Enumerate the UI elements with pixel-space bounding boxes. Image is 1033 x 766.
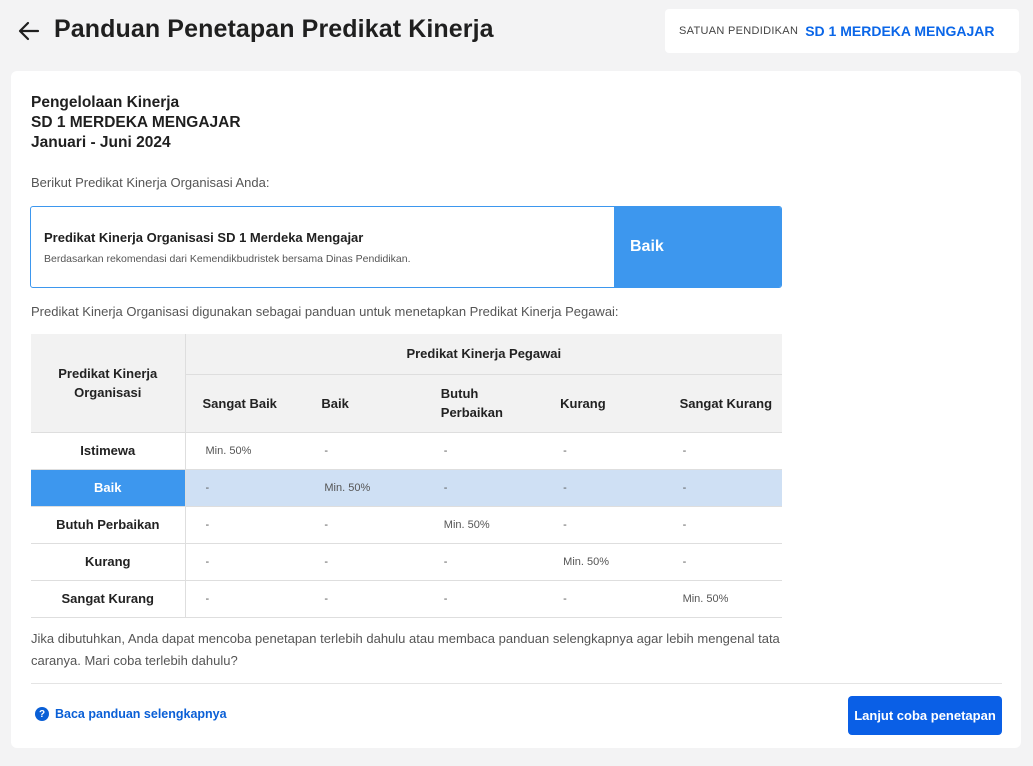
- table-row: Butuh Perbaikan - - Min. 50% - -: [31, 506, 782, 544]
- table-cell: Min. 50%: [423, 506, 544, 544]
- table-cell: -: [185, 543, 305, 581]
- card-heading: Pengelolaan Kinerja SD 1 MERDEKA MENGAJA…: [31, 93, 241, 153]
- top-bar: Panduan Penetapan Predikat Kinerja SATUA…: [0, 0, 1033, 62]
- table-cell: -: [662, 469, 782, 507]
- table-cell: -: [543, 469, 663, 507]
- table-cell: -: [423, 432, 544, 470]
- row-label: Sangat Kurang: [31, 580, 186, 618]
- row-label: Baik: [31, 469, 186, 507]
- content-card: Pengelolaan Kinerja SD 1 MERDEKA MENGAJA…: [11, 71, 1021, 748]
- school-name: SD 1 MERDEKA MENGAJAR: [805, 23, 995, 39]
- table-cell: -: [662, 543, 782, 581]
- predicate-subtitle: Berdasarkan rekomendasi dari Kemendikbud…: [44, 253, 411, 265]
- intro-text: Berikut Predikat Kinerja Organisasi Anda…: [31, 175, 270, 190]
- read-guide-link[interactable]: ? Baca panduan selengkapnya: [35, 707, 227, 721]
- table-cell: -: [423, 543, 544, 581]
- table-group-header: Predikat Kinerja Pegawai: [185, 334, 782, 375]
- table-row: Istimewa Min. 50% - - - -: [31, 432, 782, 470]
- table-cell: -: [185, 506, 305, 544]
- predicate-table: Predikat Kinerja Organisasi Predikat Kin…: [31, 334, 782, 618]
- back-button[interactable]: [16, 18, 42, 44]
- table-cell: -: [423, 580, 544, 618]
- note-text: Jika dibutuhkan, Anda dapat mencoba pene…: [31, 631, 780, 668]
- column-header: Kurang: [543, 374, 663, 433]
- table-cell: -: [543, 580, 663, 618]
- divider: [31, 683, 1002, 684]
- heading-line-2: SD 1 MERDEKA MENGAJAR: [31, 114, 241, 131]
- table-cell: Min. 50%: [304, 469, 424, 507]
- read-guide-label: Baca panduan selengkapnya: [55, 707, 227, 721]
- row-label: Butuh Perbaikan: [31, 506, 186, 544]
- column-header: Butuh Perbaikan: [423, 374, 544, 433]
- table-row-highlighted: Baik - Min. 50% - - -: [31, 469, 782, 507]
- column-header: Baik: [304, 374, 424, 433]
- arrow-left-icon: [18, 21, 40, 41]
- table-cell: -: [423, 469, 544, 507]
- table-row: Sangat Kurang - - - - Min. 50%: [31, 580, 782, 618]
- table-cell: -: [304, 543, 424, 581]
- predicate-result: Baik: [614, 207, 781, 287]
- page-title: Panduan Penetapan Predikat Kinerja: [54, 15, 494, 43]
- predicate-title: Predikat Kinerja Organisasi SD 1 Merdeka…: [44, 230, 364, 245]
- row-label: Istimewa: [31, 432, 186, 470]
- table-cell: -: [185, 580, 305, 618]
- table-cell: -: [304, 506, 424, 544]
- row-label: Kurang: [31, 543, 186, 581]
- table-cell: Min. 50%: [543, 543, 663, 581]
- heading-line-3: Januari - Juni 2024: [31, 134, 171, 151]
- column-header: Sangat Kurang: [662, 374, 782, 433]
- table-row: Kurang - - - Min. 50% -: [31, 543, 782, 581]
- guide-text: Predikat Kinerja Organisasi digunakan se…: [31, 304, 619, 319]
- school-selector[interactable]: SATUAN PENDIDIKAN SD 1 MERDEKA MENGAJAR: [665, 9, 1019, 53]
- question-circle-icon: ?: [35, 707, 49, 721]
- table-row-header: Predikat Kinerja Organisasi: [31, 334, 186, 433]
- table-cell: -: [662, 506, 782, 544]
- table-cell: -: [304, 580, 424, 618]
- table-cell: -: [185, 469, 305, 507]
- organization-predicate-box: Predikat Kinerja Organisasi SD 1 Merdeka…: [30, 206, 782, 288]
- table-cell: -: [543, 506, 663, 544]
- table-cell: Min. 50%: [185, 432, 305, 470]
- table-cell: Min. 50%: [662, 580, 782, 618]
- column-header: Sangat Baik: [185, 374, 305, 433]
- try-assignment-button[interactable]: Lanjut coba penetapan: [848, 696, 1002, 735]
- school-label: SATUAN PENDIDIKAN: [679, 25, 799, 37]
- table-cell: -: [304, 432, 424, 470]
- heading-line-1: Pengelolaan Kinerja: [31, 94, 180, 111]
- table-cell: -: [543, 432, 663, 470]
- table-cell: -: [662, 432, 782, 470]
